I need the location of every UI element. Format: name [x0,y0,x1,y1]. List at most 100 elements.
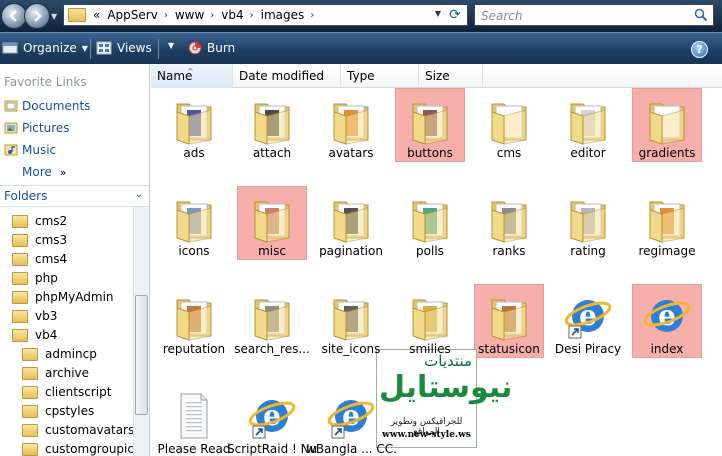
favorite-music[interactable]: Music [4,143,56,157]
help-icon[interactable]: ? [691,41,708,58]
file-item-smilies[interactable]: smilies [395,290,465,362]
forward-button[interactable] [24,3,50,29]
navigation-scrollbar[interactable] [133,207,148,456]
tree-item-admincp[interactable]: admincp [22,347,97,361]
search-icon[interactable] [694,8,708,22]
file-item-search-res[interactable]: search_res... [234,290,310,362]
column-label: Size [425,69,450,83]
tree-item-php[interactable]: php [12,271,58,285]
item-thumbnail [632,192,702,244]
views-label: Views [117,41,152,55]
folder-icon [412,201,448,243]
file-item-gradients[interactable]: gradients [632,88,702,166]
scrollbar-thumb[interactable] [135,295,148,415]
organize-icon [2,42,18,54]
organize-button[interactable]: Organize ▼ [2,41,88,55]
file-item-please-read[interactable]: Please Read [158,390,230,456]
path-overflow[interactable]: « [93,8,100,22]
file-item-editor[interactable]: editor [553,94,623,166]
crumb-www[interactable]: www [175,8,204,22]
views-dropdown[interactable]: ▼ [163,41,174,50]
file-item-site-icons[interactable]: site_icons [316,290,386,362]
chevron-right-icon[interactable]: › [164,10,168,21]
more-links[interactable]: More » [22,165,66,179]
file-item-wbangla-cc-com[interactable]: e wBangla ... CC.com [306,390,396,456]
folder-icon [22,385,38,399]
folder-icon [12,214,28,228]
file-item-ranks[interactable]: ranks [474,192,544,264]
folder-icon [12,290,28,304]
file-item-icons[interactable]: icons [159,192,229,264]
navigation-pane: Favorite Links Documents Pictures Music … [0,64,150,456]
tree-item-customgroupico[interactable]: customgroupico [22,442,141,456]
burn-button[interactable]: Burn [188,41,235,55]
crumb-appserv[interactable]: AppServ [107,8,157,22]
watermark-logo: منتديات نيوستايل للجرافيكس وتطوير المواق… [376,349,513,448]
back-arrow-icon [9,10,17,22]
file-item-pagination[interactable]: pagination [316,192,386,264]
tree-label: cpstyles [45,404,95,418]
tree-label: customgroupico [45,442,142,456]
folder-icon [22,423,38,437]
favorite-label: Music [22,143,57,157]
item-label: misc [258,244,286,258]
crumb-vb4[interactable]: vb4 [221,8,243,22]
forward-arrow-icon [34,10,42,22]
search-input[interactable] [479,6,683,26]
file-item-reputation[interactable]: reputation [159,290,229,362]
file-item-index[interactable]: e index [632,284,702,362]
file-item-attach[interactable]: attach [237,94,307,166]
file-item-regimage[interactable]: regimage [632,192,702,264]
column-header-date-modified[interactable]: Date modified [233,64,341,88]
favorite-links-header: Favorite Links [4,75,87,89]
item-label: wBangla ... CC.com [306,442,396,456]
crumb-images[interactable]: images [261,8,305,22]
command-bar: Organize ▼ Views ▼ Burn ? [0,32,722,64]
file-item-avatars[interactable]: avatars [316,94,386,166]
refresh-icon[interactable]: ⟳ [446,7,464,23]
chevron-right-icon[interactable]: › [250,10,254,21]
folder-icon [176,299,212,341]
tree-item-clientscript[interactable]: clientscript [22,385,111,399]
favorite-pictures[interactable]: Pictures [4,121,70,135]
tree-item-cms4[interactable]: cms4 [12,252,67,266]
recent-pages-dropdown[interactable]: ▼ [51,12,57,21]
column-header-name[interactable]: ^ Name [151,64,233,88]
column-header-size[interactable]: Size [419,64,483,88]
tree-item-archive[interactable]: archive [22,366,89,380]
file-item-ads[interactable]: ads [159,94,229,166]
item-thumbnail [316,290,386,342]
tree-item-vb4[interactable]: vb4 [12,328,57,342]
chevron-right-icon[interactable]: › [310,10,314,21]
folders-header[interactable]: Folders ⌄ [0,185,149,207]
file-item-scriptraid-nullscripts[interactable]: e ScriptRaid ! NullScripts [227,390,317,456]
item-thumbnail [474,192,544,244]
tree-item-cpstyles[interactable]: cpstyles [22,404,94,418]
tree-item-customavatars[interactable]: customavatars [22,423,134,437]
chevron-right-icon[interactable]: › [210,10,214,21]
views-button[interactable]: Views [96,41,152,55]
file-item-cms[interactable]: cms [474,94,544,166]
column-header-type[interactable]: Type [341,64,419,88]
file-item-polls[interactable]: polls [395,192,465,264]
file-item-misc[interactable]: misc [237,186,307,264]
item-thumbnail [632,94,702,146]
tree-item-vb3[interactable]: vb3 [12,309,57,323]
folder-icon [570,201,606,243]
tree-item-cms2[interactable]: cms2 [12,214,67,228]
item-label: buttons [407,146,453,160]
item-thumbnail: e [632,290,702,342]
item-thumbnail [316,94,386,146]
file-item-desi-piracy[interactable]: e Desi Piracy [553,290,623,362]
file-item-statusicon[interactable]: statusicon [474,284,544,362]
file-item-buttons[interactable]: buttons [395,88,465,166]
folder-icon [649,201,685,243]
file-item-rating[interactable]: rating [553,192,623,264]
item-label: site_icons [321,342,381,356]
tree-item-phpmyadmin[interactable]: phpMyAdmin [12,290,114,304]
tree-item-cms3[interactable]: cms3 [12,233,67,247]
favorite-documents[interactable]: Documents [4,99,90,113]
address-path[interactable]: « AppServ › www › vb4 › images › ▼ ⟳ [63,4,468,26]
item-thumbnail [395,192,465,244]
address-dropdown-icon[interactable]: ▼ [435,9,441,18]
